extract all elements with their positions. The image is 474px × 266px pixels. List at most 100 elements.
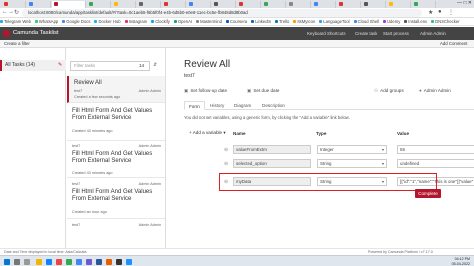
app-icon[interactable] <box>116 259 122 265</box>
task-created: Created a few seconds ago <box>74 95 121 99</box>
bookmark-label: Telegram Web <box>4 19 31 24</box>
bookmark-item[interactable]: Coursera <box>225 18 247 25</box>
remove-variable-icon[interactable]: ⊖ <box>224 147 228 153</box>
variable-type-select[interactable]: Integer ▾ <box>317 145 387 154</box>
bookmark-item[interactable]: Google Docs <box>62 18 90 25</box>
system-clock[interactable]: 04:12 PM 05-04-2022 <box>452 257 470 266</box>
start-process-link[interactable]: Start process <box>383 31 409 36</box>
app-icon[interactable] <box>86 259 92 265</box>
search-icon[interactable] <box>14 259 20 265</box>
app-icon[interactable] <box>96 259 102 265</box>
reload-icon[interactable]: ↻ <box>14 9 19 16</box>
browser-tab[interactable] <box>27 1 51 8</box>
task-item[interactable]: Fill Html Form And Get Values From Exter… <box>67 105 165 141</box>
bookmark-item[interactable]: Trello <box>275 18 289 25</box>
task-item[interactable]: test7 Admin Admin <box>67 220 165 234</box>
profile-icon[interactable]: ● <box>438 9 442 15</box>
browser-tab[interactable] <box>162 1 186 8</box>
chevron-down-icon: ▾ <box>381 161 384 166</box>
browser-tab[interactable] <box>387 1 411 8</box>
bookmark-item[interactable]: Mastermind <box>196 18 222 25</box>
window-controls[interactable]: — □ ✕ <box>457 0 472 8</box>
browser-tab[interactable] <box>287 1 311 8</box>
task-item[interactable]: test7 Admin Admin Fill Html Form And Get… <box>67 142 165 178</box>
edit-filter-icon[interactable]: ✎ <box>58 62 62 68</box>
user-menu[interactable]: Admin Admin <box>420 31 446 36</box>
browser-tab[interactable] <box>237 1 261 8</box>
set-due-date-button[interactable]: ▣ Set due date <box>247 88 279 94</box>
variable-name-field[interactable]: valueFromExtrn <box>233 145 311 154</box>
filter-all-tasks[interactable]: All Tasks (14) <box>0 60 66 71</box>
browser-tab[interactable] <box>312 1 336 8</box>
variable-type-select[interactable]: String ▾ <box>317 159 387 168</box>
calendar-icon: ▣ <box>247 88 252 93</box>
create-filter-link[interactable]: Create a filter <box>4 41 30 46</box>
url-field[interactable]: localhost:8080/camunda/app/tasklist/defa… <box>22 9 422 17</box>
bookmark-item[interactable]: DNSChecker <box>431 18 460 25</box>
browser-tab[interactable] <box>337 1 361 8</box>
bookmark-item[interactable]: Udemy <box>383 18 400 25</box>
complete-button[interactable]: Complete <box>415 189 441 198</box>
variable-value-field[interactable]: 55 <box>397 145 474 154</box>
browser-tab[interactable] <box>112 1 136 8</box>
tab-form[interactable]: Form <box>184 101 205 110</box>
add-groups-button[interactable]: ⚇ Add groups <box>374 88 404 94</box>
set-follow-up-date-button[interactable]: ▣ Set follow-up date <box>184 88 227 94</box>
bookmark-item[interactable]: Telegram Web <box>0 18 31 25</box>
bookmark-item[interactable]: WhatsApp <box>34 18 58 25</box>
user-icon: ● <box>419 88 422 93</box>
tab-diagram[interactable]: Diagram <box>230 101 255 110</box>
bookmark-item[interactable]: LinkedIn <box>251 18 271 25</box>
browser-tab[interactable] <box>412 1 436 8</box>
bookmark-item[interactable]: Cloud Shell <box>353 18 379 25</box>
add-variable-label: Add a variable <box>192 130 223 135</box>
app-icon[interactable] <box>106 259 112 265</box>
browser-tab[interactable] <box>2 1 26 8</box>
browser-tab[interactable] <box>87 1 111 8</box>
bookmark-favicon-icon <box>151 20 155 24</box>
menu-icon[interactable]: ⋮ <box>448 9 454 16</box>
task-process: test7 <box>74 89 83 93</box>
keyboard-shortcuts-link[interactable]: Keyboard Shortcuts <box>307 31 346 36</box>
bookmark-item[interactable]: LanguageTool <box>319 18 350 25</box>
app-icon[interactable] <box>46 259 52 265</box>
tab-description[interactable]: Description <box>258 101 289 110</box>
bookmark-item[interactable]: ItsMyIcon <box>293 18 315 25</box>
bookmark-item[interactable]: Instagram <box>124 18 147 25</box>
app-icon[interactable] <box>56 259 62 265</box>
browser-tab[interactable] <box>212 1 236 8</box>
file-explorer-icon[interactable] <box>36 259 42 265</box>
browser-tab-active[interactable] <box>52 1 86 8</box>
task-item[interactable]: Review All test7 Admin Admin Created a f… <box>67 76 165 103</box>
assignee-button[interactable]: ● Admin Admin <box>419 88 451 93</box>
remove-variable-icon[interactable]: ⊖ <box>224 161 228 167</box>
browser-tab[interactable] <box>137 1 161 8</box>
bookmark-label: Docker Hub <box>98 19 121 24</box>
bookmark-item[interactable]: Docker Hub <box>94 18 121 25</box>
variable-value-field[interactable]: undefined <box>397 159 474 168</box>
task-created: Created 43 minutes ago <box>72 129 113 133</box>
bookmark-favicon-icon <box>251 20 255 24</box>
sort-icon[interactable]: ⇵ <box>153 62 157 68</box>
app-icon[interactable] <box>66 259 72 265</box>
browser-tab[interactable] <box>262 1 286 8</box>
add-comment-link[interactable]: Add Comment <box>440 41 467 46</box>
task-view-icon[interactable] <box>24 259 30 265</box>
bookmark-item[interactable]: Install.env <box>404 18 427 25</box>
bookmark-favicon-icon <box>319 20 323 24</box>
task-item[interactable]: test7 Admin Admin Fill Html Form And Get… <box>67 179 165 219</box>
app-icon[interactable] <box>126 259 132 265</box>
create-task-link[interactable]: Create task <box>355 31 377 36</box>
extensions-icon[interactable]: ★ <box>428 9 433 16</box>
tab-history[interactable]: History <box>206 101 228 110</box>
browser-tab[interactable] <box>362 1 386 8</box>
start-icon[interactable] <box>4 259 10 265</box>
bookmark-item[interactable]: OpenAI <box>173 18 192 25</box>
chrome-icon[interactable] <box>76 259 82 265</box>
filter-tasks-input[interactable]: Filter tasks <box>70 61 150 71</box>
bookmark-favicon-icon <box>353 20 357 24</box>
add-variable-link[interactable]: + Add a variable ▾ <box>189 130 226 136</box>
browser-tab[interactable] <box>187 1 211 8</box>
bookmark-item[interactable]: Clockify <box>151 18 170 25</box>
variable-name-field[interactable]: selected_option <box>233 159 311 168</box>
